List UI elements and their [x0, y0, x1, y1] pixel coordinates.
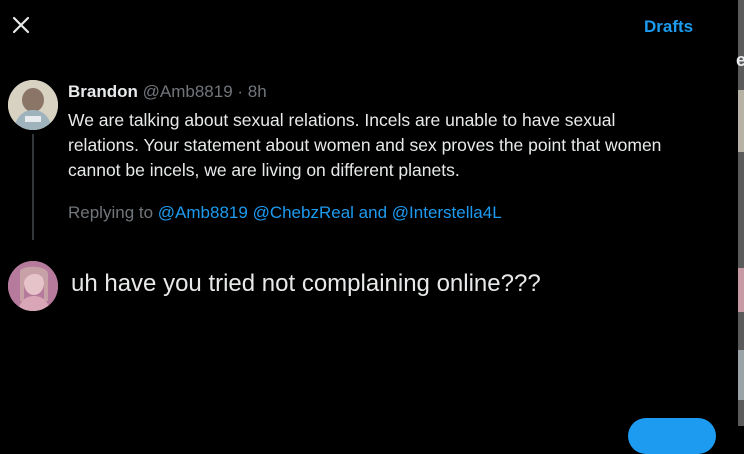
meta-separator: ·	[237, 82, 244, 101]
tweet-time[interactable]: 8h	[248, 82, 267, 101]
background-text-fragment: e	[736, 50, 744, 70]
close-icon	[12, 16, 30, 34]
author-handle[interactable]: @Amb8819	[143, 82, 233, 101]
reply-modal: Drafts Brandon @Amb8819 · 8h We are talk…	[0, 0, 738, 454]
background-image	[738, 90, 744, 152]
reply-input[interactable]: uh have you tried not complaining online…	[71, 270, 541, 298]
tweet-header: Brandon @Amb8819 · 8h	[68, 82, 267, 102]
mention-link[interactable]: @Interstella4L	[392, 203, 502, 222]
mention-link[interactable]: @Amb8819	[158, 203, 248, 222]
avatar[interactable]	[8, 80, 58, 130]
user-avatar[interactable]	[8, 261, 58, 311]
drafts-button[interactable]: Drafts	[644, 17, 693, 37]
background-image	[738, 268, 744, 312]
tweet-text: We are talking about sexual relations. I…	[68, 110, 662, 180]
close-button[interactable]	[4, 8, 38, 42]
author-name[interactable]: Brandon	[68, 82, 138, 101]
replying-to: Replying to @Amb8819 @ChebzReal and @Int…	[68, 203, 502, 223]
thread-line	[32, 134, 34, 240]
avatar-image	[8, 80, 58, 130]
user-avatar-image	[8, 261, 58, 311]
reply-button[interactable]	[628, 418, 716, 454]
mention-link[interactable]: @ChebzReal	[253, 203, 354, 222]
replying-to-label: Replying to	[68, 203, 154, 222]
mention-and[interactable]: and	[359, 203, 387, 222]
background-image	[738, 350, 744, 400]
